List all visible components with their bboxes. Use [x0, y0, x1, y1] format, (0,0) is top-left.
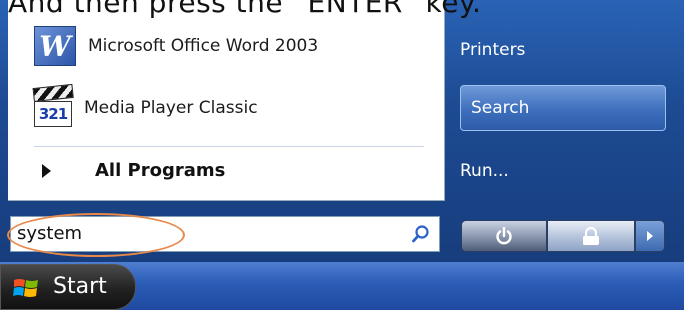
- search-item-label: Search: [471, 98, 530, 118]
- all-programs-item[interactable]: All Programs: [42, 160, 225, 181]
- windows-logo-icon: [13, 279, 38, 297]
- all-programs-label: All Programs: [95, 160, 226, 181]
- program-label: Media Player Classic: [84, 98, 258, 118]
- instruction-caption: And then press the “ENTER” key.: [8, 0, 482, 19]
- run-item[interactable]: Run...: [460, 161, 509, 181]
- program-label: Microsoft Office Word 2003: [88, 36, 319, 56]
- lock-icon: [583, 226, 599, 245]
- word-icon: W: [34, 26, 76, 66]
- program-item-media-player[interactable]: 321 Media Player Classic: [32, 83, 258, 130]
- arrow-right-icon: [647, 231, 653, 241]
- shutdown-options-button[interactable]: [635, 220, 665, 252]
- triangle-right-icon: [42, 163, 51, 178]
- search-item[interactable]: Search: [460, 85, 666, 131]
- search-field[interactable]: [7, 213, 440, 257]
- search-icon[interactable]: [411, 224, 431, 244]
- search-input[interactable]: [17, 221, 397, 245]
- program-item-word[interactable]: W Microsoft Office Word 2003: [34, 24, 318, 68]
- power-controls: [461, 220, 665, 252]
- media-player-icon: 321: [32, 83, 74, 128]
- start-label: Start: [53, 274, 107, 299]
- power-button[interactable]: [461, 220, 547, 252]
- programs-panel: W Microsoft Office Word 2003 321 Media P…: [8, 0, 445, 201]
- power-icon: [496, 226, 512, 245]
- lock-button[interactable]: [547, 220, 635, 252]
- printers-item[interactable]: Printers: [460, 40, 525, 60]
- start-menu: W Microsoft Office Word 2003 321 Media P…: [0, 0, 684, 262]
- divider: [34, 146, 424, 147]
- start-button[interactable]: Start: [0, 264, 136, 310]
